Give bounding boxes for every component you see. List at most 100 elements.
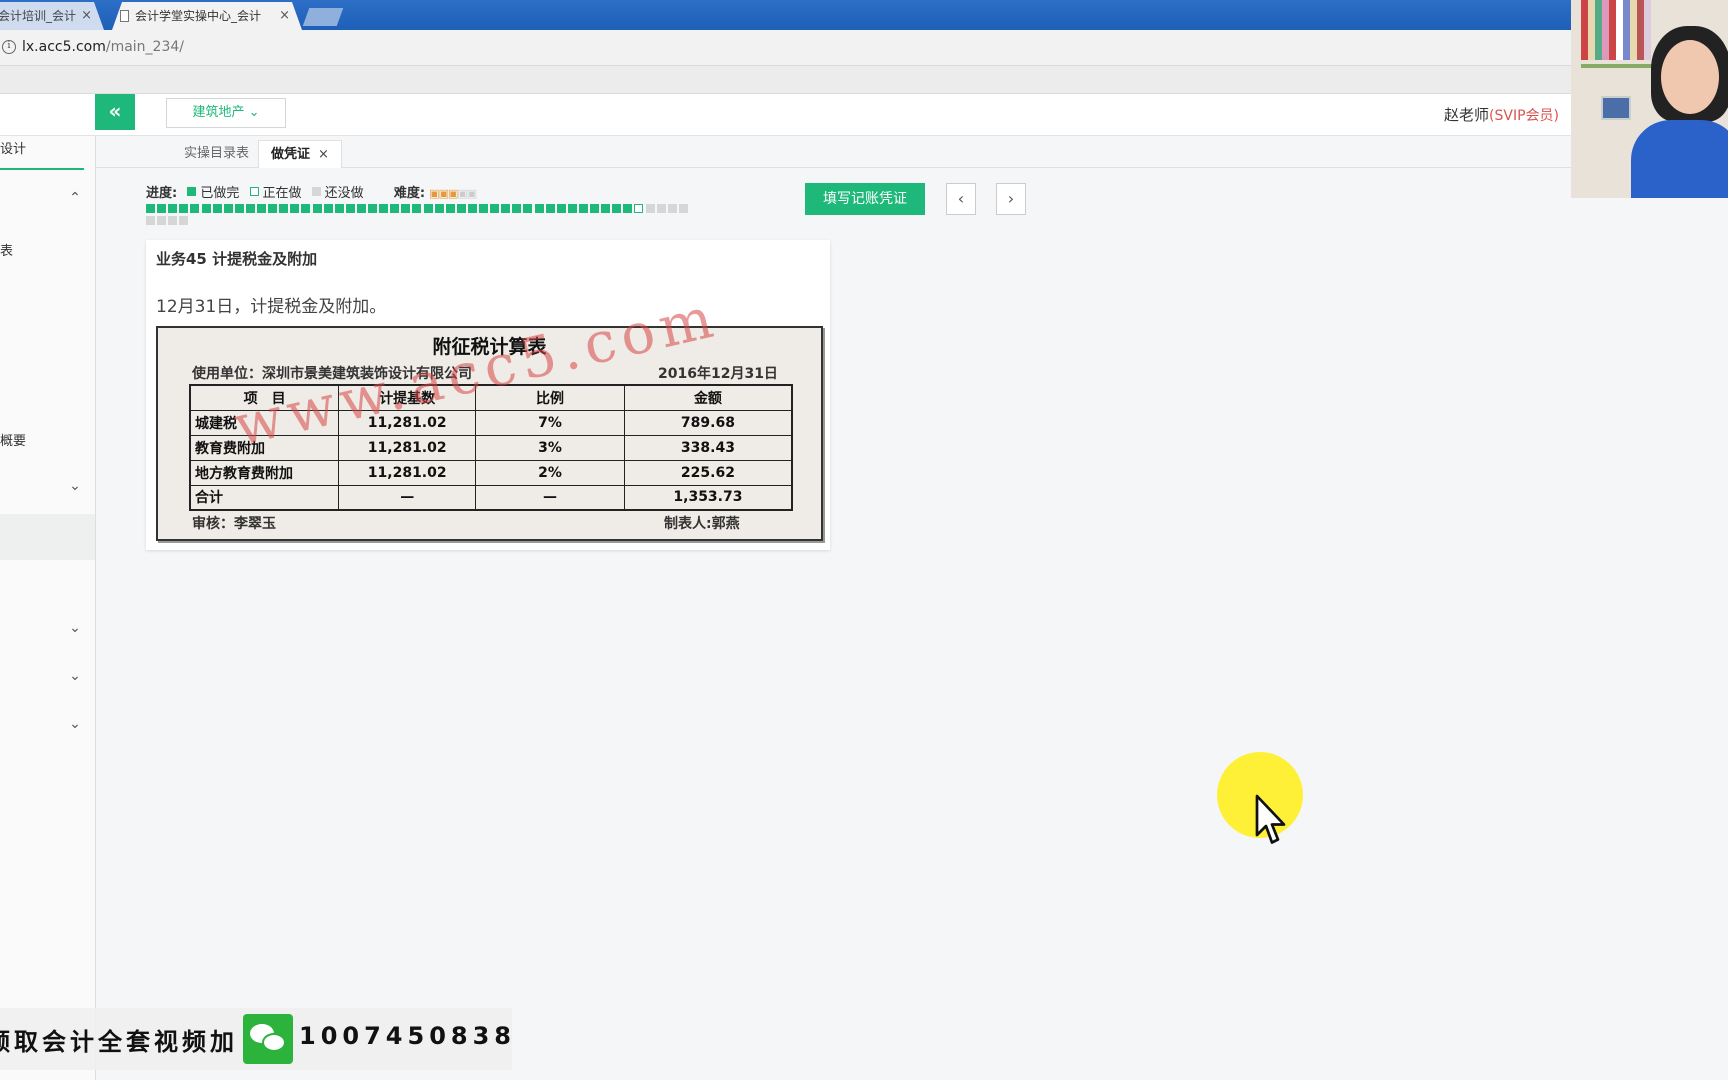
progress-cell-todo[interactable] <box>146 216 155 225</box>
progress-cell-done[interactable] <box>223 204 233 213</box>
progress-cell-done[interactable] <box>412 204 422 213</box>
chevron-down-icon[interactable]: ⌄ <box>68 716 82 732</box>
tab-catalog[interactable]: 实操目录表 <box>172 140 261 168</box>
progress-cell-done[interactable] <box>290 204 300 213</box>
address-bar[interactable]: i lx.acc5.com/main_234/ <box>0 30 1728 66</box>
progress-cell-todo[interactable] <box>656 204 666 213</box>
next-task-button[interactable]: › <box>996 183 1026 215</box>
star-filled-icon: ▣ <box>438 187 449 200</box>
progress-cell-done[interactable] <box>157 204 167 213</box>
star-filled-icon: ▣ <box>429 187 439 200</box>
new-tab-button[interactable] <box>302 8 344 26</box>
prev-task-button[interactable]: ‹ <box>946 183 976 215</box>
browser-tab-2-title: 会计学堂实操中心_会计 <box>135 9 262 23</box>
progress-cell-done[interactable] <box>345 204 355 213</box>
table-cell: 225.62 <box>623 459 793 486</box>
close-icon[interactable]: × <box>279 2 290 30</box>
mouse-cursor-icon <box>1255 794 1286 844</box>
progress-cell-done[interactable] <box>179 204 189 213</box>
progress-cell-done[interactable] <box>201 204 211 213</box>
todo-legend-icon <box>311 187 321 196</box>
chevron-up-icon[interactable]: ⌃ <box>68 190 82 206</box>
table-cell: 2% <box>475 459 625 486</box>
user-info[interactable]: 赵老师(SVIP会员) <box>1444 104 1559 125</box>
progress-cell-done[interactable] <box>245 204 255 213</box>
chevron-down-icon[interactable]: ⌄ <box>68 620 82 636</box>
progress-cell-done[interactable] <box>146 204 155 213</box>
progress-cell-done[interactable] <box>578 204 588 213</box>
url-path: /main_234/ <box>105 39 184 55</box>
progress-cell-done[interactable] <box>523 204 533 213</box>
progress-cell-todo[interactable] <box>645 204 655 213</box>
progress-cell-done[interactable] <box>401 204 411 213</box>
sheet-date: 2016年12月31日 <box>658 366 778 382</box>
progress-cell-done[interactable] <box>601 204 611 213</box>
progress-cell-done[interactable] <box>301 204 311 213</box>
progress-cell-done[interactable] <box>456 204 466 213</box>
fill-voucher-button[interactable]: 填写记账凭证 <box>805 183 925 215</box>
progress-cell-done[interactable] <box>323 204 333 213</box>
progress-cell-done[interactable] <box>212 204 222 213</box>
close-icon[interactable]: × <box>318 147 329 162</box>
browser-tabbar: 会计培训_会计 × 会计学堂实操中心_会计 × <box>0 0 1728 30</box>
page-tabs: 实操目录表 做凭证 × <box>96 136 1728 168</box>
progress-cell-done[interactable] <box>279 204 289 213</box>
background-monitor <box>1601 96 1631 120</box>
close-icon[interactable]: × <box>81 2 92 30</box>
progress-cell-done[interactable] <box>490 204 500 213</box>
progress-cell-done[interactable] <box>390 204 400 213</box>
industry-select[interactable]: 建筑地产 ⌄ <box>166 98 286 128</box>
progress-cell-done[interactable] <box>534 204 544 213</box>
promo-phone: 1007450838 <box>299 1022 516 1050</box>
progress-cell-todo[interactable] <box>667 204 677 213</box>
sidebar-item-summary[interactable]: 概要 <box>0 430 26 449</box>
browser-tab-1-title: 会计培训_会计 <box>0 9 77 23</box>
url-text[interactable]: lx.acc5.com/main_234/ <box>22 39 184 55</box>
progress-cell-done[interactable] <box>623 204 633 213</box>
sidebar-item-design[interactable]: 设计 <box>0 138 26 157</box>
progress-cell-done[interactable] <box>234 204 244 213</box>
progress-cell-done[interactable] <box>512 204 522 213</box>
progress-cell-done[interactable] <box>257 204 266 213</box>
table-cell: 1,353.73 <box>623 484 793 511</box>
bookshelf <box>1581 0 1651 60</box>
progress-cell-done[interactable] <box>590 204 599 213</box>
progress-cell-todo[interactable] <box>168 216 178 225</box>
progress-cell-done[interactable] <box>501 204 511 213</box>
progress-cell-done[interactable] <box>312 204 322 213</box>
progress-cell-done[interactable] <box>334 204 344 213</box>
star-filled-icon: ▣ <box>447 187 458 200</box>
progress-cell-done[interactable] <box>612 204 622 213</box>
progress-cell-done[interactable] <box>567 204 577 213</box>
collapse-sidebar-button[interactable]: « <box>95 94 135 130</box>
progress-cell-done[interactable] <box>479 204 488 213</box>
sidebar-item-selected[interactable] <box>0 514 95 560</box>
progress-cell-done[interactable] <box>379 204 389 213</box>
progress-cell-todo[interactable] <box>157 216 167 225</box>
info-icon[interactable]: i <box>2 40 16 54</box>
progress-cell-done[interactable] <box>467 204 477 213</box>
chevron-down-icon[interactable]: ⌄ <box>68 668 82 684</box>
chevron-down-icon[interactable]: ⌄ <box>68 478 82 494</box>
progress-cell-done[interactable] <box>168 204 178 213</box>
progress-cell-done[interactable] <box>368 204 377 213</box>
progress-cell-done[interactable] <box>190 204 200 213</box>
tab-make-voucher-label: 做凭证 <box>271 147 311 162</box>
browser-tab-2[interactable]: 会计学堂实操中心_会计 × <box>112 2 302 30</box>
progress-cell-done[interactable] <box>434 204 444 213</box>
sheet-reviewer: 审核：李翠玉 <box>192 516 276 532</box>
progress-cell-done[interactable] <box>545 204 555 213</box>
table-cell: — <box>338 484 477 511</box>
sidebar-item-table[interactable]: 表 <box>0 240 13 259</box>
progress-cell-done[interactable] <box>268 204 278 213</box>
browser-tab-1[interactable]: 会计培训_会计 × <box>0 2 104 30</box>
progress-cell-doing[interactable] <box>634 204 644 213</box>
progress-label: 进度: <box>146 186 178 201</box>
progress-cell-done[interactable] <box>556 204 566 213</box>
progress-cell-todo[interactable] <box>179 216 189 225</box>
progress-cell-done[interactable] <box>356 204 366 213</box>
progress-cell-done[interactable] <box>445 204 455 213</box>
progress-cell-done[interactable] <box>423 204 433 213</box>
tab-make-voucher[interactable]: 做凭证 × <box>258 140 342 168</box>
progress-cell-todo[interactable] <box>678 204 688 213</box>
